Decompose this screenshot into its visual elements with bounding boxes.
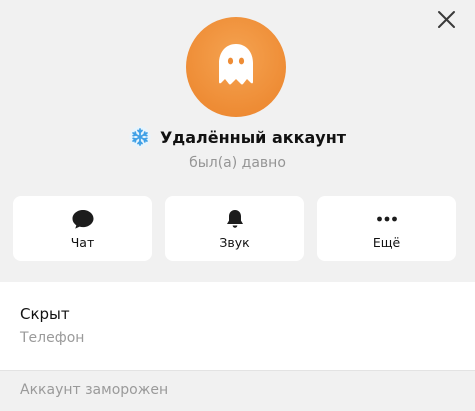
chat-button[interactable]: Чат bbox=[13, 196, 152, 261]
profile-panel: Удалённый аккаунт был(а) давно Чат Звук bbox=[0, 0, 475, 411]
chat-button-label: Чат bbox=[70, 235, 95, 250]
sound-button-label: Звук bbox=[219, 235, 250, 250]
avatar bbox=[186, 17, 286, 117]
profile-name: Удалённый аккаунт bbox=[159, 127, 347, 147]
more-button-label: Ещё bbox=[372, 235, 401, 250]
close-button[interactable] bbox=[432, 6, 460, 34]
more-dots-icon bbox=[376, 216, 397, 222]
more-button[interactable]: Ещё bbox=[317, 196, 456, 261]
last-seen-status: был(а) давно bbox=[189, 155, 286, 171]
close-icon bbox=[438, 11, 455, 28]
sound-button[interactable]: Звук bbox=[165, 196, 304, 261]
divider bbox=[0, 370, 475, 371]
account-frozen-note: Аккаунт заморожен bbox=[20, 382, 169, 398]
chat-bubble-icon bbox=[72, 210, 93, 229]
profile-name-row: Удалённый аккаунт bbox=[0, 126, 475, 152]
snowflake-icon bbox=[129, 126, 151, 148]
ghost-icon bbox=[219, 44, 253, 85]
phone-label: Телефон bbox=[20, 330, 85, 346]
bell-icon bbox=[226, 210, 243, 228]
phone-value: Скрыт bbox=[20, 305, 70, 323]
phone-info-card[interactable]: Скрыт Телефон bbox=[0, 282, 475, 370]
action-buttons: Чат Звук Ещё bbox=[13, 196, 463, 261]
